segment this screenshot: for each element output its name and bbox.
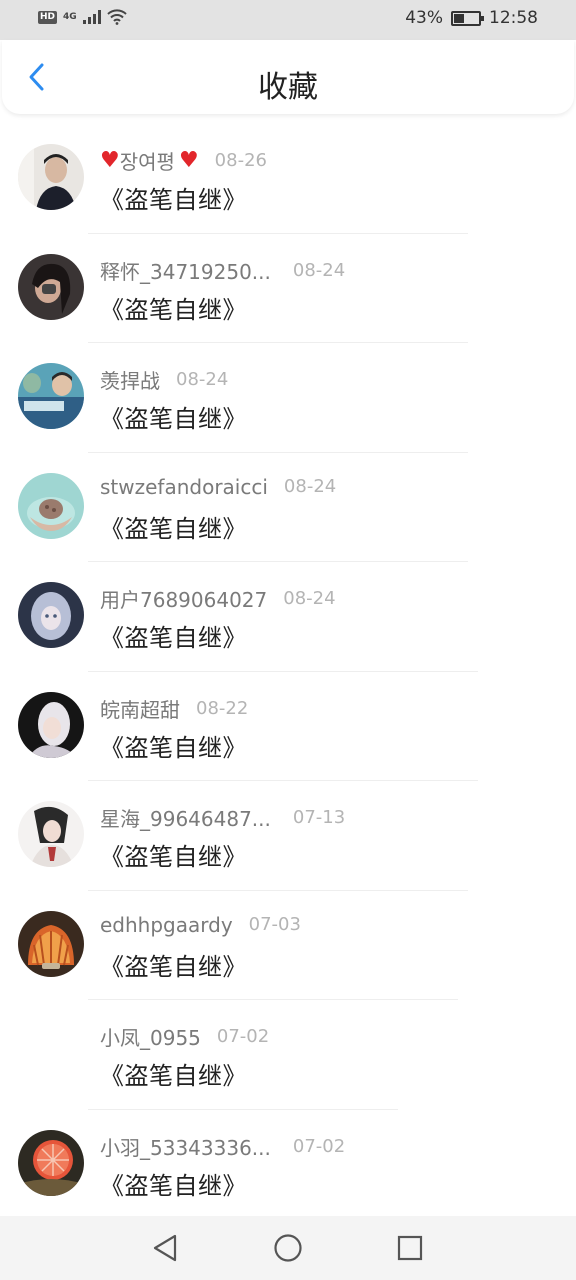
date: 07-02 [216,1026,270,1047]
circle-home-icon [274,1234,302,1262]
item-meta: 释怀_34719250... 08-24 [100,256,345,285]
username[interactable]: stwzefandoraicci [100,475,268,499]
status-right: 43% 12:58 [405,8,538,28]
avatar[interactable] [18,1129,84,1196]
list-item[interactable]: stwzefandoraicci 08-24 《盗笔自继》 [0,453,576,562]
item-meta: 羡捍战 08-24 [100,365,228,394]
item-meta: 小羽_53343336... 07-02 [100,1132,345,1161]
page-title: 收藏 [258,70,318,105]
list-item[interactable]: ♥ 장여평 ♥ 08-26 《盗笔自继》 [0,124,576,234]
square-recent-icon [397,1235,423,1261]
network-type: 4G [63,12,77,22]
nav-home-button[interactable] [270,1230,306,1266]
app-header: 收藏 [2,40,574,114]
item-meta: edhhpgaardy 07-03 [100,913,301,937]
nav-back-button[interactable] [147,1230,183,1266]
username[interactable]: 皖南超甜 [100,694,180,723]
avatar[interactable] [18,910,84,977]
date: 08-24 [292,259,346,281]
system-nav-bar [0,1216,576,1280]
battery-percent: 43% [405,8,443,28]
avatar[interactable] [18,253,84,320]
date: 07-03 [248,914,301,935]
username[interactable]: 장여평 [120,146,175,175]
heart-icon: ♥ [100,148,120,173]
battery-level [454,13,464,23]
date: 07-13 [292,807,346,828]
list-item[interactable]: 释怀_34719250... 08-24 《盗笔自继》 [0,234,576,343]
list-item[interactable]: 用户7689064027 08-24 《盗笔自继》 [0,562,576,672]
status-bar: HD 4G 43% 12:58 [0,0,576,40]
username[interactable]: edhhpgaardy [100,913,233,937]
username[interactable]: 用户7689064027 [100,584,267,613]
date: 08-22 [196,697,249,719]
date: 08-24 [283,588,336,609]
avatar[interactable] [18,691,84,758]
book-title[interactable]: 《盗笔自继》 [100,1056,247,1091]
list-item[interactable]: 小羽_53343336... 07-02 《盗笔自继》 [0,1110,576,1220]
book-title[interactable]: 《盗笔自继》 [100,618,247,653]
favorites-list: ♥ 장여평 ♥ 08-26 《盗笔自继》 释怀_34719250... 08-2… [0,124,576,1219]
book-title[interactable]: 《盗笔自继》 [100,837,247,872]
date: 08-24 [283,476,337,497]
date: 08-24 [176,369,229,390]
avatar[interactable] [18,801,84,867]
nav-recent-button[interactable] [392,1230,428,1266]
list-item[interactable]: 皖南超甜 08-22 《盗笔自继》 [0,672,576,781]
username[interactable]: 释怀_34719250... [100,256,271,285]
avatar[interactable] [18,363,84,429]
avatar[interactable] [18,1020,84,1086]
item-meta: 用户7689064027 08-24 [100,584,336,613]
hd-badge: HD [38,10,58,24]
list-item[interactable]: 羡捍战 08-24 《盗笔自继》 [0,343,576,453]
signal-icon [82,10,101,24]
username[interactable]: 羡捍战 [100,365,160,394]
item-meta: ♥ 장여평 ♥ 08-26 [100,146,267,175]
avatar[interactable] [18,582,84,648]
battery-icon [451,10,484,26]
clock: 12:58 [489,8,538,28]
triangle-back-icon [153,1234,177,1262]
item-meta: 小凤_0955 07-02 [100,1022,269,1051]
item-meta: 星海_99646487... 07-13 [100,803,345,832]
username[interactable]: 星海_99646487... [100,803,271,832]
list-item[interactable]: 小凤_0955 07-02 《盗笔自继》 [0,1000,576,1110]
list-item[interactable]: 星海_99646487... 07-13 《盗笔自继》 [0,781,576,891]
date: 07-02 [292,1135,346,1157]
book-title[interactable]: 《盗笔自继》 [100,290,247,325]
date: 08-26 [214,150,267,171]
username[interactable]: 小羽_53343336... [100,1132,271,1161]
username[interactable]: 小凤_0955 [100,1022,201,1051]
book-title[interactable]: 《盗笔自继》 [100,947,247,982]
book-title[interactable]: 《盗笔自继》 [100,399,247,434]
avatar[interactable] [18,144,84,210]
book-title[interactable]: 《盗笔自继》 [100,180,247,215]
book-title[interactable]: 《盗笔自继》 [100,1166,247,1201]
book-title[interactable]: 《盗笔自继》 [100,728,247,763]
item-meta: stwzefandoraicci 08-24 [100,475,336,499]
avatar[interactable] [18,472,84,539]
heart-icon: ♥ [178,148,199,173]
status-left: HD 4G [38,9,127,25]
wifi-icon [106,9,127,25]
book-title[interactable]: 《盗笔自继》 [100,509,247,544]
list-item[interactable]: edhhpgaardy 07-03 《盗笔自继》 [0,891,576,1000]
item-meta: 皖南超甜 08-22 [100,694,248,723]
